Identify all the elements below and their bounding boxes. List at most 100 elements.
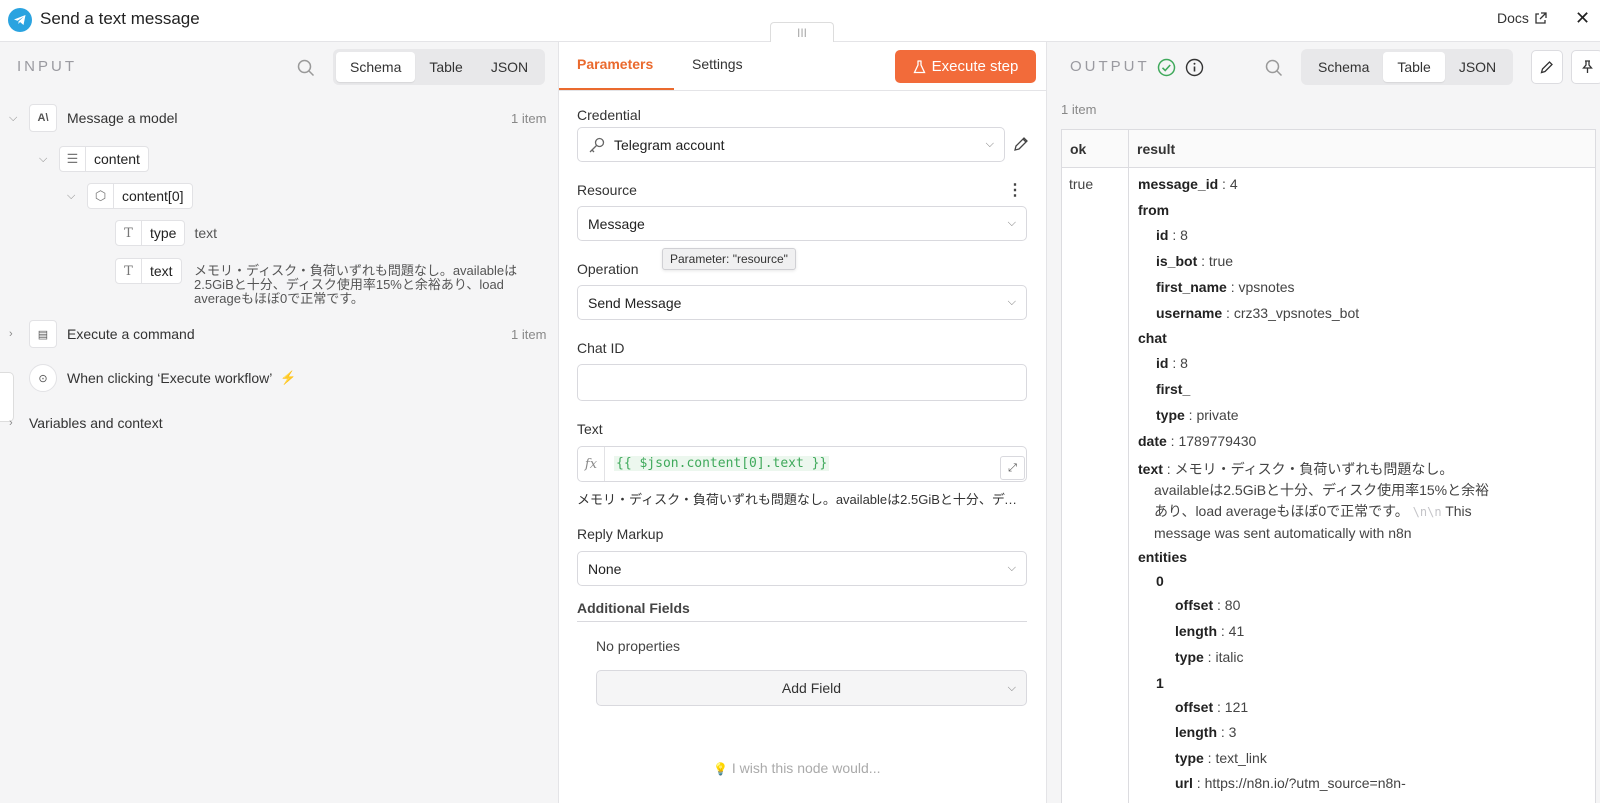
- key: 0: [1156, 573, 1164, 589]
- panel-drag-handle[interactable]: III: [770, 22, 834, 43]
- chevron-down-icon: ⌵: [1007, 682, 1016, 694]
- key: id: [1156, 227, 1169, 243]
- value: 3: [1228, 724, 1237, 740]
- chevron-down-icon: ⌵: [1007, 217, 1016, 229]
- node-title[interactable]: Send a text message: [40, 9, 200, 29]
- input-search-icon[interactable]: [297, 59, 315, 77]
- pencil-icon: [1540, 61, 1553, 74]
- chevron-down-icon[interactable]: ⌵: [39, 153, 59, 166]
- result-date: date : 1789779430: [1138, 433, 1257, 449]
- output-view-table[interactable]: Table: [1383, 52, 1445, 82]
- key: type: [1175, 750, 1204, 766]
- field-name: content: [94, 151, 140, 167]
- expand-editor-icon[interactable]: ⤢: [1000, 456, 1025, 480]
- operation-select[interactable]: Send Message ⌵: [577, 285, 1027, 320]
- feedback-label: I wish this node would...: [731, 760, 881, 776]
- chevron-right-icon[interactable]: ›: [9, 328, 29, 340]
- flask-icon: [913, 59, 926, 73]
- chevron-down-icon[interactable]: ⌵: [9, 112, 29, 125]
- operation-value: Send Message: [588, 294, 682, 311]
- edit-credential-icon[interactable]: [1013, 136, 1029, 152]
- more-vertical-icon[interactable]: ⋮: [1007, 180, 1023, 200]
- value: メモリ・ディスク・負荷いずれも問題なし。: [1174, 461, 1454, 477]
- value: 8: [1180, 227, 1188, 243]
- result-text-continued: availableは2.5GiBと十分、ディスク使用率15%と余裕 あり、loa…: [1154, 480, 1489, 544]
- add-field-button[interactable]: Add Field ⌵: [596, 670, 1027, 706]
- trigger-bolt-icon: ⚡: [280, 370, 297, 385]
- result-chat-type: type : private: [1156, 407, 1239, 423]
- chevron-down-icon[interactable]: ⌵: [67, 190, 87, 203]
- key: offset: [1175, 597, 1214, 613]
- field-value: text: [194, 225, 218, 241]
- chevron-down-icon: ⌵: [1007, 562, 1016, 574]
- credential-select[interactable]: Telegram account ⌵: [577, 127, 1005, 162]
- expression-preview: メモリ・ディスク・負荷いずれも問題なし。availableは2.5GiBと十分、…: [577, 492, 1027, 507]
- tree-field-content[interactable]: ⌵ ☰ content: [39, 146, 149, 172]
- tab-parameters[interactable]: Parameters: [577, 56, 653, 72]
- value: 8: [1180, 355, 1188, 371]
- chevron-right-icon[interactable]: ›: [9, 417, 29, 429]
- reply-markup-select[interactable]: None ⌵: [577, 551, 1027, 586]
- key: length: [1175, 724, 1217, 740]
- entity-0-length: length : 41: [1175, 623, 1245, 639]
- result-from: from: [1138, 202, 1169, 218]
- field-pill[interactable]: ☰ content: [59, 146, 149, 172]
- input-label: INPUT: [17, 58, 77, 75]
- text-part: This: [1445, 503, 1472, 519]
- pin-data-button[interactable]: [1571, 50, 1600, 84]
- key: offset: [1175, 699, 1214, 715]
- result-message-id: message_id : 4: [1138, 176, 1238, 192]
- tree-field-type[interactable]: T type text: [115, 220, 217, 246]
- tree-field-text[interactable]: T text: [115, 258, 182, 284]
- input-view-schema[interactable]: Schema: [336, 52, 416, 82]
- input-view-table[interactable]: Table: [415, 52, 476, 82]
- tree-node-execute-a-command[interactable]: › ▤ Execute a command: [9, 320, 195, 348]
- node-name: When clicking ‘Execute workflow’: [67, 370, 273, 386]
- input-view-json[interactable]: JSON: [477, 52, 542, 82]
- no-properties-text: No properties: [596, 638, 681, 654]
- execute-step-button[interactable]: Execute step: [895, 50, 1036, 83]
- field-name: content[0]: [122, 188, 184, 204]
- column-header-ok: ok: [1070, 141, 1087, 157]
- tree-node-manual-trigger[interactable]: ⊙ When clicking ‘Execute workflow’ ⚡: [29, 364, 297, 392]
- output-search-icon[interactable]: [1265, 59, 1283, 77]
- text-expression: {{ $json.content[0].text }}: [614, 456, 830, 471]
- value: 121: [1224, 699, 1249, 715]
- additional-fields-label: Additional Fields: [577, 600, 690, 616]
- text-type-icon: T: [116, 259, 142, 283]
- redaction-box: [1192, 352, 1361, 375]
- active-tab-indicator: [559, 88, 674, 90]
- field-pill[interactable]: T text: [115, 258, 182, 284]
- field-pill[interactable]: ⬡ content[0]: [87, 183, 193, 209]
- pin-icon: [1582, 60, 1593, 73]
- text-expression-input[interactable]: fx {{ $json.content[0].text }} ⤢: [577, 446, 1027, 482]
- output-view-schema[interactable]: Schema: [1304, 52, 1383, 82]
- tree-field-content0[interactable]: ⌵ ⬡ content[0]: [67, 183, 193, 209]
- key: date: [1138, 433, 1167, 449]
- item-count: 1 item: [511, 327, 547, 342]
- operation-label: Operation: [577, 261, 639, 277]
- value: text_link: [1215, 750, 1267, 766]
- feedback-link[interactable]: 💡 I wish this node would...: [713, 760, 880, 776]
- field-pill[interactable]: T type: [115, 220, 186, 246]
- tree-variables-context[interactable]: › Variables and context: [9, 415, 163, 431]
- close-icon[interactable]: ✕: [1575, 8, 1590, 29]
- tab-settings[interactable]: Settings: [692, 56, 743, 72]
- input-view-switcher: Schema Table JSON: [333, 49, 546, 85]
- docs-link[interactable]: Docs: [1497, 10, 1547, 26]
- chevron-down-icon: ⌵: [1007, 296, 1016, 308]
- tree-node-message-a-model[interactable]: ⌵ A\ Message a model: [9, 104, 178, 132]
- node-name: Execute a command: [67, 326, 195, 342]
- result-from-id: id : 8: [1156, 227, 1188, 243]
- key: chat: [1138, 330, 1167, 346]
- resource-select[interactable]: Message ⌵: [577, 206, 1027, 241]
- info-icon[interactable]: [1185, 58, 1204, 77]
- entity-index-0: 0: [1156, 573, 1164, 589]
- edit-output-button[interactable]: [1531, 50, 1563, 84]
- output-view-json[interactable]: JSON: [1445, 52, 1510, 82]
- column-header-result: result: [1137, 141, 1176, 157]
- openai-model-icon: A\: [29, 104, 57, 132]
- chat-id-input[interactable]: [577, 364, 1027, 401]
- escape-sequence: \n\n: [1412, 505, 1442, 519]
- value: vpsnotes: [1238, 279, 1295, 295]
